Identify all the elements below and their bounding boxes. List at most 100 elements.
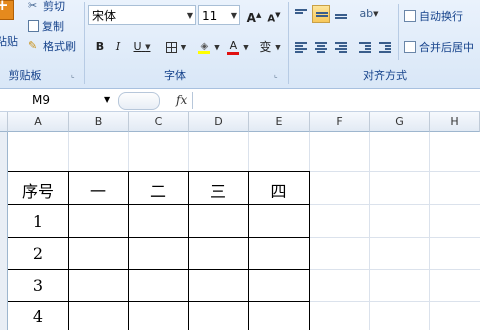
align-center-button[interactable] [312, 38, 330, 56]
column-header-h[interactable]: H [430, 112, 480, 132]
grow-font-label: A [246, 11, 256, 25]
table-border [8, 171, 310, 172]
paste-label: 粘贴 [0, 35, 18, 48]
format-painter-button[interactable]: ✎ 格式刷 [28, 37, 76, 55]
chevron-down-icon: ▼ [230, 11, 237, 20]
table-header-cell[interactable]: 一 [68, 178, 128, 202]
increase-indent-button[interactable] [376, 38, 394, 56]
shrink-font-button[interactable]: A▼ [265, 6, 283, 24]
top-align-button[interactable] [292, 5, 310, 23]
orientation-icon: ab [359, 7, 374, 20]
chevron-down-icon: ▼ [214, 43, 220, 52]
increase-indent-icon [379, 42, 391, 54]
chevron-down-icon: ▼ [186, 11, 193, 20]
table-border [8, 269, 310, 270]
merge-center-label: 合并后居中 [419, 41, 474, 54]
row-number-cell[interactable]: 4 [8, 307, 68, 326]
bold-button[interactable]: B [92, 38, 108, 56]
table-header-cell[interactable]: 二 [128, 178, 188, 202]
column-header-e[interactable]: E [249, 112, 310, 132]
copy-button[interactable]: 复制 [28, 17, 64, 35]
column-header-f[interactable]: F [310, 112, 370, 132]
merge-center-button[interactable]: 合并后居中 [404, 38, 474, 56]
align-left-button[interactable] [292, 38, 310, 56]
orientation-button[interactable]: ab▼ [356, 5, 382, 23]
font-family-combo[interactable]: 宋体 ▼ [88, 5, 196, 25]
paste-button[interactable]: + 粘贴 [0, 0, 24, 60]
wrap-text-icon [404, 10, 416, 22]
row-number-cell[interactable]: 3 [8, 276, 68, 295]
phonetic-label: 变 [259, 40, 272, 54]
cut-button[interactable]: ✂ 剪切 [28, 0, 65, 15]
font-size-value: 11 [202, 9, 218, 23]
table-header-cell[interactable]: 序号 [8, 178, 68, 202]
shrink-font-label: A [267, 13, 276, 25]
formula-controls[interactable] [118, 92, 160, 110]
name-box-value: M9 [32, 93, 50, 107]
merge-center-icon [404, 41, 416, 53]
scissors-icon: ✂ [28, 0, 38, 12]
underline-label: U [133, 40, 142, 53]
middle-align-button[interactable] [312, 5, 330, 23]
column-header-b[interactable]: B [69, 112, 129, 132]
align-right-icon [335, 42, 347, 54]
font-family-value: 宋体 [92, 9, 117, 23]
row-number-cell[interactable]: 2 [8, 244, 68, 263]
chevron-down-icon: ▼ [275, 43, 281, 52]
middle-align-icon [316, 12, 328, 18]
table-border [8, 204, 310, 205]
cut-label: 剪切 [43, 0, 65, 13]
font-color-icon: A [227, 40, 240, 55]
wrap-text-label: 自动换行 [419, 10, 463, 23]
column-header-a[interactable]: A [8, 112, 69, 132]
align-right-button[interactable] [332, 38, 350, 56]
table-border [8, 301, 310, 302]
clipboard-launcher-icon[interactable]: ⌞ [71, 70, 80, 79]
group-separator [398, 4, 399, 60]
copy-label: 复制 [42, 20, 64, 33]
fill-bucket-icon: ◈ [198, 41, 211, 54]
column-header-d[interactable]: D [189, 112, 249, 132]
font-launcher-icon[interactable]: ⌞ [274, 70, 283, 79]
row-number-cell[interactable]: 1 [8, 212, 68, 231]
font-color-button[interactable]: A ▼ [225, 38, 251, 56]
bottom-align-icon [335, 14, 347, 20]
bottom-align-button[interactable] [332, 5, 350, 23]
row-header-gutter[interactable] [0, 132, 8, 330]
column-header-g[interactable]: G [370, 112, 430, 132]
table-border [309, 171, 310, 330]
fill-color-button[interactable]: ◈ ▼ [196, 38, 222, 56]
border-icon [165, 42, 177, 53]
column-header-c[interactable]: C [129, 112, 189, 132]
group-separator [84, 2, 85, 84]
table-header-cell[interactable]: 三 [188, 178, 248, 202]
name-box[interactable]: M9 ▼ [0, 90, 115, 110]
italic-button[interactable]: I [110, 38, 126, 56]
top-align-icon [295, 9, 307, 15]
align-left-icon [295, 42, 307, 54]
font-group-label: 字体 [164, 69, 186, 82]
paste-icon: + [0, 0, 14, 20]
group-separator [288, 2, 289, 84]
alignment-group-label: 对齐方式 [363, 69, 407, 82]
phonetic-button[interactable]: 变 ▼ [256, 38, 284, 56]
decrease-indent-button[interactable] [356, 38, 374, 56]
chevron-down-icon: ▼ [373, 10, 379, 18]
align-center-icon [315, 42, 327, 54]
bold-label: B [95, 40, 105, 53]
underline-button[interactable]: U ▼ [130, 38, 154, 56]
formula-input[interactable] [194, 90, 480, 110]
table-border [8, 237, 310, 238]
ribbon: + 粘贴 ✂ 剪切 复制 ✎ 格式刷 剪贴板 ⌞ 宋体 ▼ 11 ▼ A▲ A▼… [0, 0, 480, 89]
copy-icon [28, 20, 39, 32]
fx-button[interactable]: fx [176, 90, 187, 110]
font-size-combo[interactable]: 11 ▼ [198, 5, 240, 25]
table-header-cell[interactable]: 四 [248, 178, 309, 202]
chevron-down-icon: ▼ [145, 43, 151, 51]
grow-font-button[interactable]: A▲ [245, 6, 263, 25]
decrease-indent-icon [359, 42, 371, 54]
select-all-corner[interactable] [0, 112, 8, 132]
wrap-text-button[interactable]: 自动换行 [404, 7, 463, 25]
chevron-down-icon: ▼ [180, 43, 187, 52]
borders-button[interactable]: ▼ [163, 38, 189, 56]
